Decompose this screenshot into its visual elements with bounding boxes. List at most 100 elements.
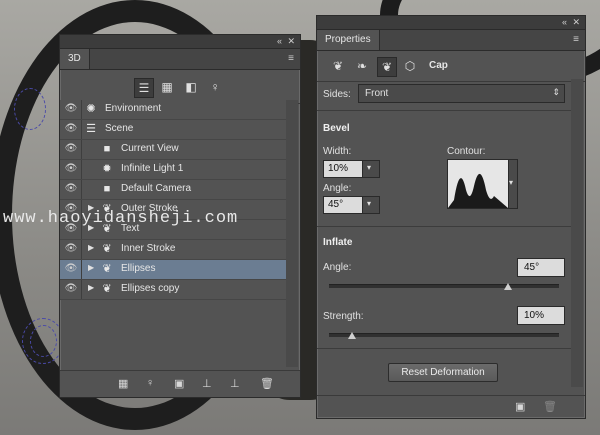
layer-row-inner-stroke[interactable]: 👁 ▶ ❦ Inner Stroke bbox=[60, 240, 286, 260]
properties-toolbar: ❦ ❧ ❦ ⬡ Cap bbox=[317, 51, 585, 82]
ellipse-guide bbox=[30, 325, 57, 357]
layer-label: Inner Stroke bbox=[121, 243, 176, 254]
sides-select[interactable]: Front ⇕ bbox=[358, 84, 565, 103]
drop-to-plane-icon[interactable]: ⊥ bbox=[202, 377, 212, 390]
width-input[interactable]: 10% bbox=[323, 160, 363, 178]
scene-icon: ☰ bbox=[86, 123, 96, 135]
contour-preview[interactable] bbox=[447, 159, 509, 209]
inflate-title: Inflate bbox=[323, 237, 353, 248]
eye-icon[interactable]: 👁 bbox=[64, 262, 78, 276]
panel-menu-icon[interactable]: ≡ bbox=[288, 53, 294, 64]
sides-value: Front bbox=[365, 88, 389, 99]
delete-icon[interactable]: 🗑 bbox=[543, 400, 557, 413]
layer-label: Scene bbox=[105, 123, 134, 134]
layer-row-default-camera[interactable]: 👁 ■ Default Camera bbox=[60, 180, 286, 200]
strength-label: Strength: bbox=[323, 311, 364, 322]
expand-arrow-icon[interactable]: ▶ bbox=[88, 243, 94, 252]
slider-thumb[interactable] bbox=[504, 283, 513, 290]
layer-label: Environment bbox=[105, 103, 162, 114]
mesh-filter-icon[interactable]: ▦ bbox=[158, 78, 176, 96]
eye-icon[interactable]: 👁 bbox=[64, 162, 78, 176]
panel-3d-bottom-toolbar: ▦ ♀ ▣ ⊥ ⊥ 🗑 bbox=[60, 370, 300, 397]
chevron-down-icon: ▾ bbox=[367, 163, 372, 172]
layer-row-scene[interactable]: 👁 ☰ Scene bbox=[60, 120, 286, 140]
coordinates-icon[interactable]: ⬡ bbox=[401, 57, 419, 75]
properties-scrollbar[interactable] bbox=[571, 79, 583, 387]
eye-icon[interactable]: 👁 bbox=[64, 102, 78, 116]
expand-arrow-icon[interactable]: ▶ bbox=[88, 263, 94, 272]
mesh-icon: ❦ bbox=[102, 263, 112, 275]
strength-input[interactable]: 10% bbox=[517, 306, 565, 325]
material-filter-icon[interactable]: ◧ bbox=[182, 78, 200, 96]
mesh-icon: ❦ bbox=[102, 243, 112, 255]
delete-icon[interactable]: 🗑 bbox=[260, 377, 274, 390]
angle-dropdown[interactable]: ▾ bbox=[362, 196, 380, 214]
slider-thumb[interactable] bbox=[348, 332, 356, 339]
layer-label: Ellipses copy bbox=[121, 283, 180, 294]
light-icon: ✹ bbox=[102, 163, 112, 175]
layer-label: Default Camera bbox=[121, 183, 192, 194]
close-icon[interactable]: ✕ bbox=[572, 16, 580, 29]
eye-icon[interactable]: 👁 bbox=[64, 282, 78, 296]
collapse-icon[interactable]: « bbox=[562, 16, 567, 29]
tab-3d[interactable]: 3D bbox=[60, 49, 90, 69]
layer-list: 👁 ✺ Environment 👁 ☰ Scene 👁 ■ Current Vi… bbox=[60, 100, 286, 300]
render-icon[interactable]: ▣ bbox=[515, 400, 525, 413]
panel-properties: « ✕ Properties ≡ ❦ ❧ ❦ ⬡ Cap Sides: Fron… bbox=[316, 15, 586, 419]
render-icon[interactable]: ▣ bbox=[174, 377, 184, 390]
cap-icon[interactable]: ❦ bbox=[377, 57, 397, 77]
chevron-down-icon: ▾ bbox=[367, 199, 372, 208]
layer-label: Ellipses bbox=[121, 263, 156, 274]
eye-icon[interactable]: 👁 bbox=[64, 122, 78, 136]
environment-icon: ✺ bbox=[86, 103, 96, 115]
angle-input[interactable]: 45° bbox=[323, 196, 363, 214]
add-light-icon[interactable]: ♀ bbox=[146, 377, 154, 389]
layer-row-environment[interactable]: 👁 ✺ Environment bbox=[60, 100, 286, 120]
tab-properties[interactable]: Properties bbox=[317, 30, 380, 50]
layer-row-ellipses-copy[interactable]: 👁 ▶ ❦ Ellipses copy bbox=[60, 280, 286, 300]
layer-scrollbar[interactable] bbox=[286, 100, 298, 367]
width-label: Width: bbox=[323, 146, 352, 157]
inflate-angle-input[interactable]: 45° bbox=[517, 258, 565, 277]
mesh-properties-icon[interactable]: ❦ bbox=[329, 57, 347, 75]
toggle-light-icon[interactable]: ⊥ bbox=[230, 377, 240, 390]
scene-filter-icon[interactable]: ☰ bbox=[134, 78, 154, 98]
filter-toolbar: ☰ ▦ ◧ ♀ bbox=[60, 70, 300, 104]
expand-arrow-icon[interactable]: ▶ bbox=[88, 283, 94, 292]
contour-label: Contour: bbox=[447, 146, 486, 157]
deform-icon[interactable]: ❧ bbox=[353, 57, 371, 75]
strength-slider[interactable] bbox=[329, 333, 559, 337]
inflate-angle-label: Angle: bbox=[323, 262, 352, 273]
close-icon[interactable]: ✕ bbox=[287, 35, 295, 48]
panel-properties-titlebar[interactable]: « ✕ bbox=[317, 16, 585, 30]
eye-icon[interactable]: 👁 bbox=[64, 182, 78, 196]
layer-label: Current View bbox=[121, 143, 179, 154]
width-dropdown[interactable]: ▾ bbox=[362, 160, 380, 178]
camera-icon: ■ bbox=[103, 143, 111, 155]
collapse-icon[interactable]: « bbox=[277, 35, 282, 48]
layer-row-ellipses[interactable]: 👁 ▶ ❦ Ellipses bbox=[60, 260, 286, 280]
bevel-title: Bevel bbox=[323, 123, 350, 134]
contour-dropdown[interactable]: ▾ bbox=[508, 159, 518, 209]
layer-row-infinite-light[interactable]: 👁 ✹ Infinite Light 1 bbox=[60, 160, 286, 180]
reset-deformation-button[interactable]: Reset Deformation bbox=[388, 363, 498, 382]
layer-label: Infinite Light 1 bbox=[121, 163, 184, 174]
watermark: www.haoyidansheji.com bbox=[3, 209, 239, 228]
eye-icon[interactable]: 👁 bbox=[64, 242, 78, 256]
layer-row-current-view[interactable]: 👁 ■ Current View bbox=[60, 140, 286, 160]
light-filter-icon[interactable]: ♀ bbox=[206, 78, 224, 96]
panel-menu-icon[interactable]: ≡ bbox=[573, 34, 579, 45]
filter-mesh-icon[interactable]: ▦ bbox=[118, 377, 128, 390]
eye-icon[interactable]: 👁 bbox=[64, 142, 78, 156]
sides-label: Sides: bbox=[323, 89, 351, 100]
camera-icon: ■ bbox=[103, 183, 111, 195]
chevron-down-icon: ▾ bbox=[509, 178, 514, 187]
ellipse-guide bbox=[14, 88, 46, 130]
angle-label: Angle: bbox=[323, 183, 352, 194]
mesh-icon: ❦ bbox=[102, 283, 112, 295]
contour-curve-icon bbox=[448, 173, 508, 208]
panel-3d-titlebar[interactable]: « ✕ bbox=[60, 35, 300, 49]
cap-title: Cap bbox=[429, 60, 448, 71]
inflate-angle-slider[interactable] bbox=[329, 284, 559, 288]
chevron-updown-icon: ⇕ bbox=[552, 87, 560, 97]
